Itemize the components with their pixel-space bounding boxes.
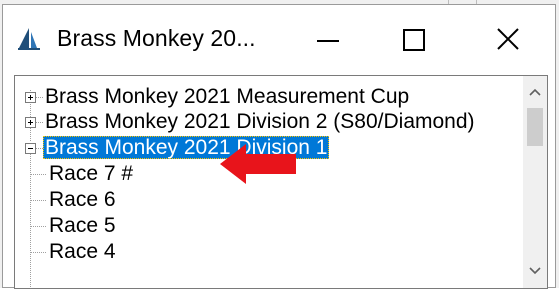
tree-item-race-7[interactable]: Race 7 # — [49, 161, 133, 187]
expand-toggle-measurement-cup[interactable] — [25, 92, 36, 103]
tree-item-race-4[interactable]: Race 4 — [49, 239, 116, 265]
tree-item-label: Brass Monkey 2021 Division 2 (S80/Diamon… — [45, 110, 475, 133]
tree-item-label: Race 6 — [49, 188, 116, 211]
minimize-icon — [317, 40, 339, 42]
tree-item-label: Brass Monkey 2021 Measurement Cup — [45, 85, 410, 108]
tree-item-race-6[interactable]: Race 6 — [49, 187, 116, 213]
close-icon — [497, 28, 519, 50]
title-bar[interactable]: Brass Monkey 20... — [3, 5, 555, 71]
expand-toggle-division-2[interactable] — [25, 117, 36, 128]
sailboat-icon — [18, 28, 40, 50]
tree-item-label: Race 4 — [49, 240, 116, 263]
tree-item-race-5[interactable]: Race 5 — [49, 213, 116, 239]
chevron-down-icon — [529, 267, 541, 275]
tree-item-division-2[interactable]: Brass Monkey 2021 Division 2 (S80/Diamon… — [45, 109, 475, 135]
tree-item-measurement-cup[interactable]: Brass Monkey 2021 Measurement Cup — [45, 84, 409, 110]
scroll-down-button[interactable] — [523, 258, 547, 282]
minimize-button[interactable] — [299, 13, 357, 67]
tree-item-label: Race 5 — [49, 214, 116, 237]
collapse-toggle-division-1[interactable] — [25, 143, 36, 154]
close-button[interactable] — [479, 13, 537, 67]
chevron-up-icon — [529, 88, 541, 96]
scroll-up-button[interactable] — [523, 80, 547, 104]
tree-item-label: Race 7 # — [49, 162, 134, 185]
scrollbar-thumb[interactable] — [527, 108, 543, 146]
maximize-button[interactable] — [385, 13, 443, 67]
window-title: Brass Monkey 20... — [57, 25, 256, 51]
maximize-icon — [403, 29, 425, 51]
red-arrow-annotation — [220, 144, 296, 184]
arrow-icon — [220, 144, 296, 184]
vertical-scrollbar[interactable] — [523, 76, 547, 288]
